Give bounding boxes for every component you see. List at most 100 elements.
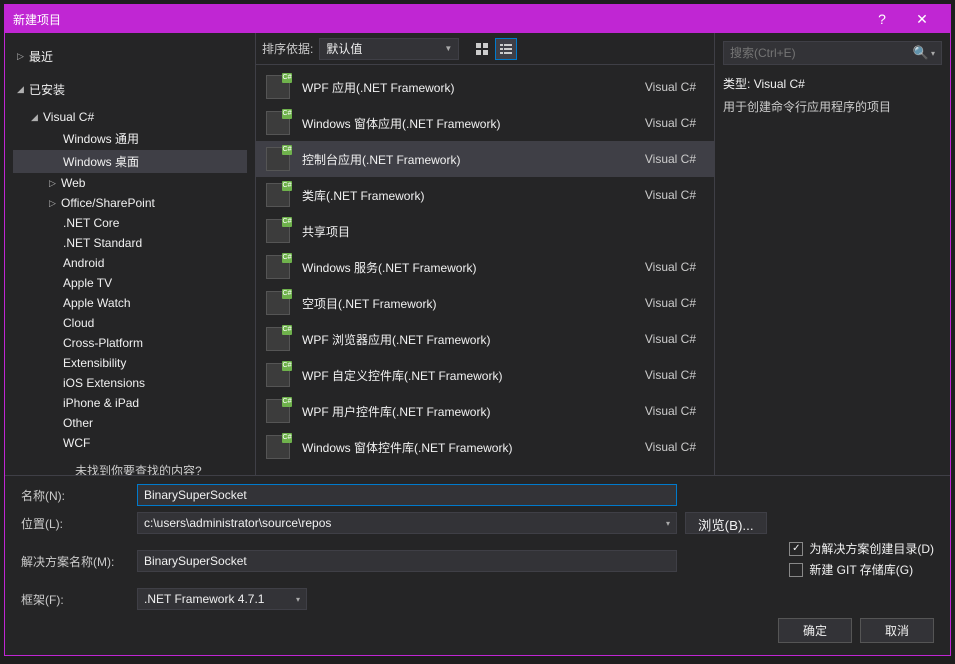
create-directory-checkbox[interactable]: ✓ 为解决方案创建目录(D): [789, 540, 934, 557]
ok-button[interactable]: 确定: [778, 618, 852, 643]
tree-item[interactable]: ▷Office/SharePoint: [13, 193, 247, 213]
search-input[interactable]: [730, 46, 913, 60]
tree-label: Other: [63, 416, 93, 430]
template-name: WPF 自定义控件库(.NET Framework): [302, 367, 633, 384]
checkbox-icon: ✓: [789, 542, 803, 556]
tree-label: Cloud: [63, 316, 94, 330]
tree-label: Apple TV: [63, 276, 112, 290]
tree-item[interactable]: Apple TV: [13, 273, 247, 293]
tree-item[interactable]: Extensibility: [13, 353, 247, 373]
browse-button[interactable]: 浏览(B)...: [685, 512, 767, 534]
template-icon: C#: [266, 327, 290, 351]
template-item[interactable]: C#控制台应用(.NET Framework)Visual C#: [256, 141, 714, 177]
checkbox-label: 新建 GIT 存储库(G): [809, 561, 913, 578]
tree-item[interactable]: Other: [13, 413, 247, 433]
template-icon: C#: [266, 399, 290, 423]
template-lang: Visual C#: [645, 332, 704, 346]
template-icon: C#: [266, 111, 290, 135]
tree-label: 最近: [29, 48, 53, 65]
tree-item[interactable]: ▷Web: [13, 173, 247, 193]
new-project-dialog: 新建项目 ? ✕ ▷最近 ◢已安装 ◢Visual C# Windows 通用 W…: [4, 4, 951, 656]
chevron-down-icon: ▾: [296, 595, 300, 604]
tree-label: WCF: [63, 436, 90, 450]
type-value: Visual C#: [754, 77, 805, 91]
help-button[interactable]: ?: [862, 11, 902, 27]
template-item[interactable]: C#类库(.NET Framework)Visual C#: [256, 177, 714, 213]
tree-label: iPhone & iPad: [63, 396, 139, 410]
tree-item[interactable]: iOS Extensions: [13, 373, 247, 393]
search-box[interactable]: 🔍▾: [723, 41, 942, 65]
tree-item[interactable]: iPhone & iPad: [13, 393, 247, 413]
cancel-button[interactable]: 取消: [860, 618, 934, 643]
template-name: Windows 窗体控件库(.NET Framework): [302, 439, 633, 456]
template-item[interactable]: C#Windows 窗体控件库(.NET Framework)Visual C#: [256, 429, 714, 465]
tree-item[interactable]: .NET Standard: [13, 233, 247, 253]
checkbox-icon: [789, 563, 803, 577]
tree-item[interactable]: Cross-Platform: [13, 333, 247, 353]
tree-item[interactable]: Windows 通用: [13, 127, 247, 150]
template-item[interactable]: C#WPF 用户控件库(.NET Framework)Visual C#: [256, 393, 714, 429]
template-lang: Visual C#: [645, 296, 704, 310]
template-icon: C#: [266, 291, 290, 315]
tree-label: Extensibility: [63, 356, 126, 370]
type-line: 类型: Visual C#: [723, 75, 942, 92]
template-lang: Visual C#: [645, 368, 704, 382]
template-name: WPF 浏览器应用(.NET Framework): [302, 331, 633, 348]
template-item[interactable]: C#共享项目: [256, 213, 714, 249]
template-lang: Visual C#: [645, 80, 704, 94]
template-name: WPF 应用(.NET Framework): [302, 79, 633, 96]
tree-item[interactable]: Android: [13, 253, 247, 273]
template-name: 控制台应用(.NET Framework): [302, 151, 633, 168]
project-name-input[interactable]: [137, 484, 677, 506]
close-button[interactable]: ✕: [902, 11, 942, 28]
chevron-down-icon: ▼: [444, 44, 452, 53]
bottom-form: 名称(N): 位置(L): c:\users\administrator\sou…: [5, 475, 950, 655]
template-lang: Visual C#: [645, 260, 704, 274]
solution-name-input[interactable]: [137, 550, 677, 572]
tree-item[interactable]: .NET Core: [13, 213, 247, 233]
list-icon: [499, 42, 513, 56]
chevron-down-icon: ▾: [931, 49, 935, 58]
template-name: WPF 用户控件库(.NET Framework): [302, 403, 633, 420]
tree-label: Windows 通用: [63, 130, 139, 147]
tree-label: Visual C#: [43, 110, 94, 124]
tree-item[interactable]: Cloud: [13, 313, 247, 333]
tree-installed[interactable]: ◢已安装: [13, 78, 247, 101]
tree-label: .NET Core: [63, 216, 119, 230]
tree-item[interactable]: Apple Watch: [13, 293, 247, 313]
framework-dropdown[interactable]: .NET Framework 4.7.1 ▾: [137, 588, 307, 610]
search-icon: 🔍: [913, 45, 929, 61]
view-list-button[interactable]: [495, 38, 517, 60]
view-large-icons-button[interactable]: [471, 38, 493, 60]
template-name: Windows 服务(.NET Framework): [302, 259, 633, 276]
template-item[interactable]: C# WPF 自定义控件库(.NET Framework) Visual C#: [256, 357, 714, 393]
tree-item[interactable]: Windows 桌面: [13, 150, 247, 173]
framework-value: .NET Framework 4.7.1: [144, 592, 264, 606]
template-item[interactable]: C# Windows 服务(.NET Framework) Visual C#: [256, 249, 714, 285]
framework-label: 框架(F):: [21, 591, 129, 608]
tree-recent[interactable]: ▷最近: [13, 45, 247, 68]
template-list[interactable]: C#WPF 应用(.NET Framework)Visual C#C#Windo…: [256, 65, 714, 475]
checkbox-label: 为解决方案创建目录(D): [809, 540, 934, 557]
new-git-checkbox[interactable]: 新建 GIT 存储库(G): [789, 561, 934, 578]
tree-label: Android: [63, 256, 104, 270]
tree-item[interactable]: WCF: [13, 433, 247, 453]
template-icon: C#: [266, 75, 290, 99]
type-label: 类型:: [723, 77, 750, 91]
tree-label: Cross-Platform: [63, 336, 143, 350]
tree-label: Apple Watch: [63, 296, 131, 310]
template-item[interactable]: C#空项目(.NET Framework)Visual C#: [256, 285, 714, 321]
tree-visual-csharp[interactable]: ◢Visual C#: [13, 107, 247, 127]
template-lang: Visual C#: [645, 188, 704, 202]
titlebar: 新建项目 ? ✕: [5, 5, 950, 33]
template-icon: C#: [266, 255, 290, 279]
template-item[interactable]: C# WPF 浏览器应用(.NET Framework) Visual C#: [256, 321, 714, 357]
sort-dropdown[interactable]: 默认值 ▼: [319, 38, 459, 60]
template-item[interactable]: C# WPF 应用(.NET Framework) Visual C#: [256, 69, 714, 105]
template-icon: C#: [266, 147, 290, 171]
tree-label: iOS Extensions: [63, 376, 145, 390]
window-title: 新建项目: [13, 11, 862, 28]
template-icon: C#: [266, 363, 290, 387]
template-item[interactable]: C#Windows 窗体应用(.NET Framework)Visual C#: [256, 105, 714, 141]
location-dropdown[interactable]: c:\users\administrator\source\repos ▾: [137, 512, 677, 534]
